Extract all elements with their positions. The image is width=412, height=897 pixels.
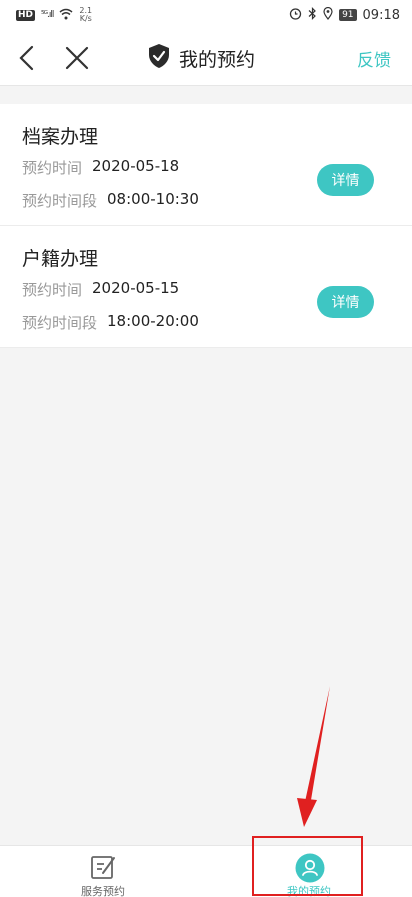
tab-label: 我的预约 (287, 885, 331, 897)
appointment-card: 档案办理 预约时间 2020-05-18 预约时间段 08:00-10:30 详… (0, 104, 412, 226)
user-icon (295, 853, 325, 883)
annotation-arrow-icon (297, 686, 330, 827)
clock-time: 09:18 (362, 7, 400, 23)
appointment-date-row: 预约时间 2020-05-15 (22, 279, 179, 300)
nav-bar: 我的预约 反馈 (0, 30, 412, 86)
status-bar: HD ⁵ᴳ.ıll 2.1 K/s 91 09:18 (0, 0, 412, 30)
status-right: 91 09:18 (289, 6, 400, 23)
network-speed: 2.1 K/s (79, 7, 92, 23)
feedback-button[interactable]: 反馈 (357, 46, 391, 71)
alarm-icon (289, 7, 302, 23)
time-slot-value: 08:00-10:30 (107, 190, 199, 208)
wifi-icon (59, 8, 73, 23)
appointment-card: 户籍办理 预约时间 2020-05-15 预约时间段 18:00-20:00 详… (0, 226, 412, 348)
signal-icon: ⁵ᴳ.ıll (41, 10, 54, 20)
edit-icon (89, 853, 117, 881)
page-title: 我的预约 (179, 48, 256, 71)
appointment-title: 档案办理 (22, 126, 99, 148)
time-slot-label: 预约时间段 (22, 314, 98, 332)
detail-button[interactable]: 详情 (317, 164, 374, 196)
tab-label: 服务预约 (81, 885, 125, 897)
battery-icon: 91 (339, 9, 357, 21)
close-icon[interactable] (64, 44, 90, 72)
appointment-time-row: 预约时间段 18:00-20:00 (22, 312, 199, 333)
date-label: 预约时间 (22, 159, 83, 177)
appointment-time-row: 预约时间段 08:00-10:30 (22, 190, 199, 211)
date-label: 预约时间 (22, 281, 83, 299)
page-title-group: 我的预约 (147, 43, 255, 73)
appointment-title: 户籍办理 (22, 248, 99, 270)
location-icon (323, 6, 333, 23)
bottom-tab-bar: 服务预约 我的预约 (0, 845, 412, 897)
speed-unit: K/s (79, 14, 92, 23)
time-slot-label: 预约时间段 (22, 192, 98, 210)
date-value: 2020-05-15 (92, 279, 180, 297)
shield-check-icon (147, 43, 171, 73)
appointment-list: 档案办理 预约时间 2020-05-18 预约时间段 08:00-10:30 详… (0, 104, 412, 348)
detail-button[interactable]: 详情 (317, 286, 374, 318)
hd-badge: HD (16, 9, 36, 21)
time-slot-value: 18:00-20:00 (107, 312, 199, 330)
bluetooth-icon (308, 7, 317, 23)
back-icon[interactable] (16, 44, 40, 72)
date-value: 2020-05-18 (92, 157, 180, 175)
status-left: HD ⁵ᴳ.ıll 2.1 K/s (16, 7, 92, 23)
tab-service-booking[interactable]: 服务预约 (0, 846, 206, 897)
appointment-date-row: 预约时间 2020-05-18 (22, 157, 179, 178)
tab-my-appointments[interactable]: 我的预约 (206, 846, 412, 897)
